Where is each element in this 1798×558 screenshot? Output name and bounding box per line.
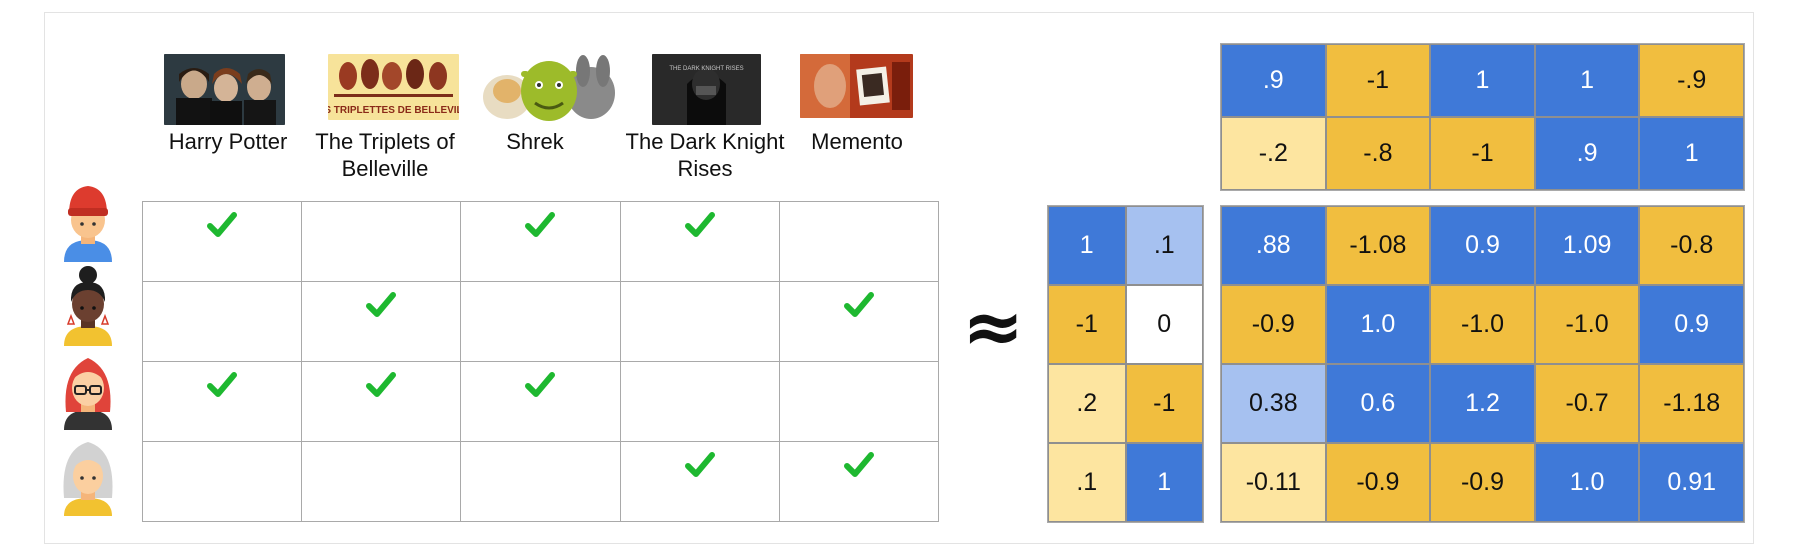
rating-cell <box>619 441 780 522</box>
rating-cell <box>460 441 621 522</box>
rating-cell <box>141 201 303 282</box>
predicted-rating-cell: 0.91 <box>1639 443 1744 522</box>
predicted-rating-cell: 0.38 <box>1221 364 1326 443</box>
predicted-rating-cell: -0.8 <box>1639 206 1744 285</box>
ratings-row <box>141 201 940 282</box>
check-icon <box>684 452 715 477</box>
predicted-ratings-matrix: .88 -1.08 0.9 1.09 -0.8 -0.9 1.0 -1.0 -1.0 0.9 0.3… <box>1220 205 1745 523</box>
item-embedding-cell: .9 <box>1221 44 1326 117</box>
predicted-rating-cell: 1.09 <box>1534 206 1640 285</box>
predicted-rating-cell: -0.9 <box>1430 443 1535 522</box>
movie-title-memento: Memento <box>811 129 903 154</box>
predicted-rating-cell: -0.7 <box>1534 364 1640 443</box>
harry-potter-poster <box>164 54 285 125</box>
check-icon <box>207 212 238 237</box>
item-embedding-cell: 1 <box>1639 117 1744 190</box>
ratings-row <box>141 441 940 522</box>
rating-cell <box>778 201 940 282</box>
rating-cell <box>619 281 780 362</box>
user-bun-hair-avatar <box>64 266 112 346</box>
rating-cell <box>619 361 780 442</box>
triplets-of-belleville-poster: LES TRIPLETTES DE BELLEVILLE <box>328 54 459 120</box>
movie-title-harry-potter: Harry Potter <box>168 129 288 154</box>
rating-cell <box>141 441 303 522</box>
check-icon <box>843 452 874 477</box>
rating-cell <box>301 281 462 362</box>
predicted-rating-cell: -1.0 <box>1430 285 1535 364</box>
user-embedding-cell: .2 <box>1048 364 1126 443</box>
rating-cell <box>778 441 940 522</box>
check-icon <box>525 212 556 237</box>
predicted-rating-cell: -0.9 <box>1325 443 1431 522</box>
rating-cell <box>460 361 621 442</box>
item-embedding-matrix: .9 -1 1 1 -.9 -.2 -.8 -1.9 1 <box>1220 43 1745 191</box>
item-embedding-cell: -.9 <box>1639 44 1744 117</box>
ratings-row <box>141 361 940 442</box>
rating-cell <box>460 281 621 362</box>
check-icon <box>843 292 874 317</box>
ratings-row <box>141 281 940 362</box>
user-red-hat-avatar <box>64 186 112 262</box>
predicted-rating-cell: -1.18 <box>1639 364 1744 443</box>
predicted-rating-cell: 0.9 <box>1430 206 1535 285</box>
predicted-rating-cell: 1.0 <box>1534 443 1640 522</box>
predicted-rating-cell: -0.9 <box>1221 285 1326 364</box>
rating-cell <box>141 361 303 442</box>
rating-cell <box>141 281 303 362</box>
triplets-poster-text: LES TRIPLETTES DE BELLEVILLE <box>328 105 459 116</box>
check-icon <box>684 212 715 237</box>
rating-cell <box>460 201 621 282</box>
item-embedding-cell: -1 <box>1325 44 1431 117</box>
dark-knight-rises-poster: THE DARK KNIGHT RISES <box>652 54 761 125</box>
predicted-rating-cell: -1.0 <box>1534 285 1640 364</box>
rating-cell <box>778 281 940 362</box>
predicted-rating-cell: 1.2 <box>1430 364 1535 443</box>
item-embedding-cell: 1 <box>1430 44 1535 117</box>
user-red-hair-glasses-avatar <box>64 358 112 430</box>
item-embedding-cell: -.2 <box>1221 117 1326 190</box>
check-icon <box>525 372 556 397</box>
user-embedding-cell: -1 <box>1125 364 1203 443</box>
predicted-rating-cell: 0.6 <box>1325 364 1431 443</box>
user-embedding-cell: 1 <box>1125 443 1203 522</box>
predicted-rating-cell: -1.08 <box>1325 206 1431 285</box>
dark-knight-poster-text: THE DARK KNIGHT RISES <box>669 66 743 72</box>
rating-cell <box>301 361 462 442</box>
rating-cell <box>301 201 462 282</box>
movie-title-dark-knight-rises: The Dark Knight Rises <box>625 129 785 181</box>
check-icon <box>207 372 238 397</box>
rating-cell <box>301 441 462 522</box>
item-embedding-cell: -.8 <box>1325 117 1431 190</box>
user-embedding-matrix: 1.1 -1 0.2 -1.1 1 <box>1047 205 1204 523</box>
predicted-rating-cell: -0.11 <box>1221 443 1326 522</box>
predicted-rating-cell: 1.0 <box>1325 285 1431 364</box>
approx-symbol: ≈ <box>962 284 1025 370</box>
item-embedding-cell: -1 <box>1430 117 1535 190</box>
memento-poster <box>800 54 913 118</box>
user-embedding-cell: -1 <box>1048 285 1126 364</box>
shrek-poster <box>479 51 623 125</box>
user-embedding-cell: 1 <box>1048 206 1126 285</box>
rating-cell <box>778 361 940 442</box>
user-embedding-cell: .1 <box>1048 443 1126 522</box>
predicted-rating-cell: .88 <box>1221 206 1326 285</box>
rating-cell <box>619 201 780 282</box>
user-embedding-cell: 0 <box>1125 285 1203 364</box>
movie-title-triplets-of-belleville: The Triplets of Belleville <box>315 129 455 181</box>
item-embedding-cell: 1 <box>1534 44 1640 117</box>
predicted-rating-cell: 0.9 <box>1639 285 1744 364</box>
user-gray-hair-avatar <box>63 442 113 516</box>
check-icon <box>366 372 397 397</box>
user-embedding-cell: .1 <box>1125 206 1203 285</box>
ratings-matrix <box>141 201 940 522</box>
check-icon <box>366 292 397 317</box>
item-embedding-cell: .9 <box>1534 117 1640 190</box>
movie-title-shrek: Shrek <box>506 129 564 154</box>
